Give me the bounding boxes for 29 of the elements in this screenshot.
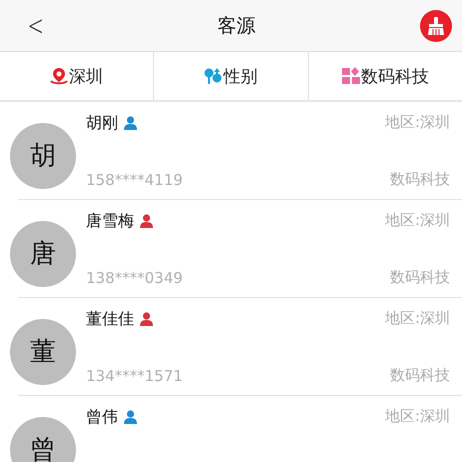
person-icon <box>124 116 137 130</box>
customer-name: 董佳佳 <box>86 308 134 330</box>
company-name: 数码科技 <box>390 268 450 286</box>
avatar: 唐 <box>10 220 76 286</box>
broom-icon <box>426 16 446 36</box>
company-name: 数码科技 <box>390 170 450 188</box>
region-label: 地区:深圳 <box>384 406 450 426</box>
company-name: 数码科技 <box>390 366 450 384</box>
person-icon <box>140 214 153 228</box>
customer-name: 胡刚 <box>86 112 118 134</box>
customer-name: 唐雪梅 <box>86 210 134 232</box>
avatar: 曾 <box>10 416 76 462</box>
avatar: 胡 <box>10 122 76 188</box>
gender-icon <box>204 67 222 85</box>
pin-icon <box>50 67 68 85</box>
clear-button[interactable] <box>420 10 452 42</box>
phone-number: 134****1571 <box>86 366 184 384</box>
page-title: 客源 <box>218 14 256 38</box>
region-label: 地区:深圳 <box>384 112 450 132</box>
person-icon <box>124 410 137 424</box>
phone-number: 158****4119 <box>86 170 184 188</box>
region-label: 地区:深圳 <box>384 210 450 230</box>
grid-icon <box>342 67 360 85</box>
back-button[interactable]: < <box>23 9 48 42</box>
person-icon <box>140 312 153 326</box>
region-label: 地区:深圳 <box>384 308 450 328</box>
customer-name: 曾伟 <box>86 406 118 428</box>
phone-number: 138****0349 <box>86 268 184 286</box>
avatar: 董 <box>10 318 76 384</box>
